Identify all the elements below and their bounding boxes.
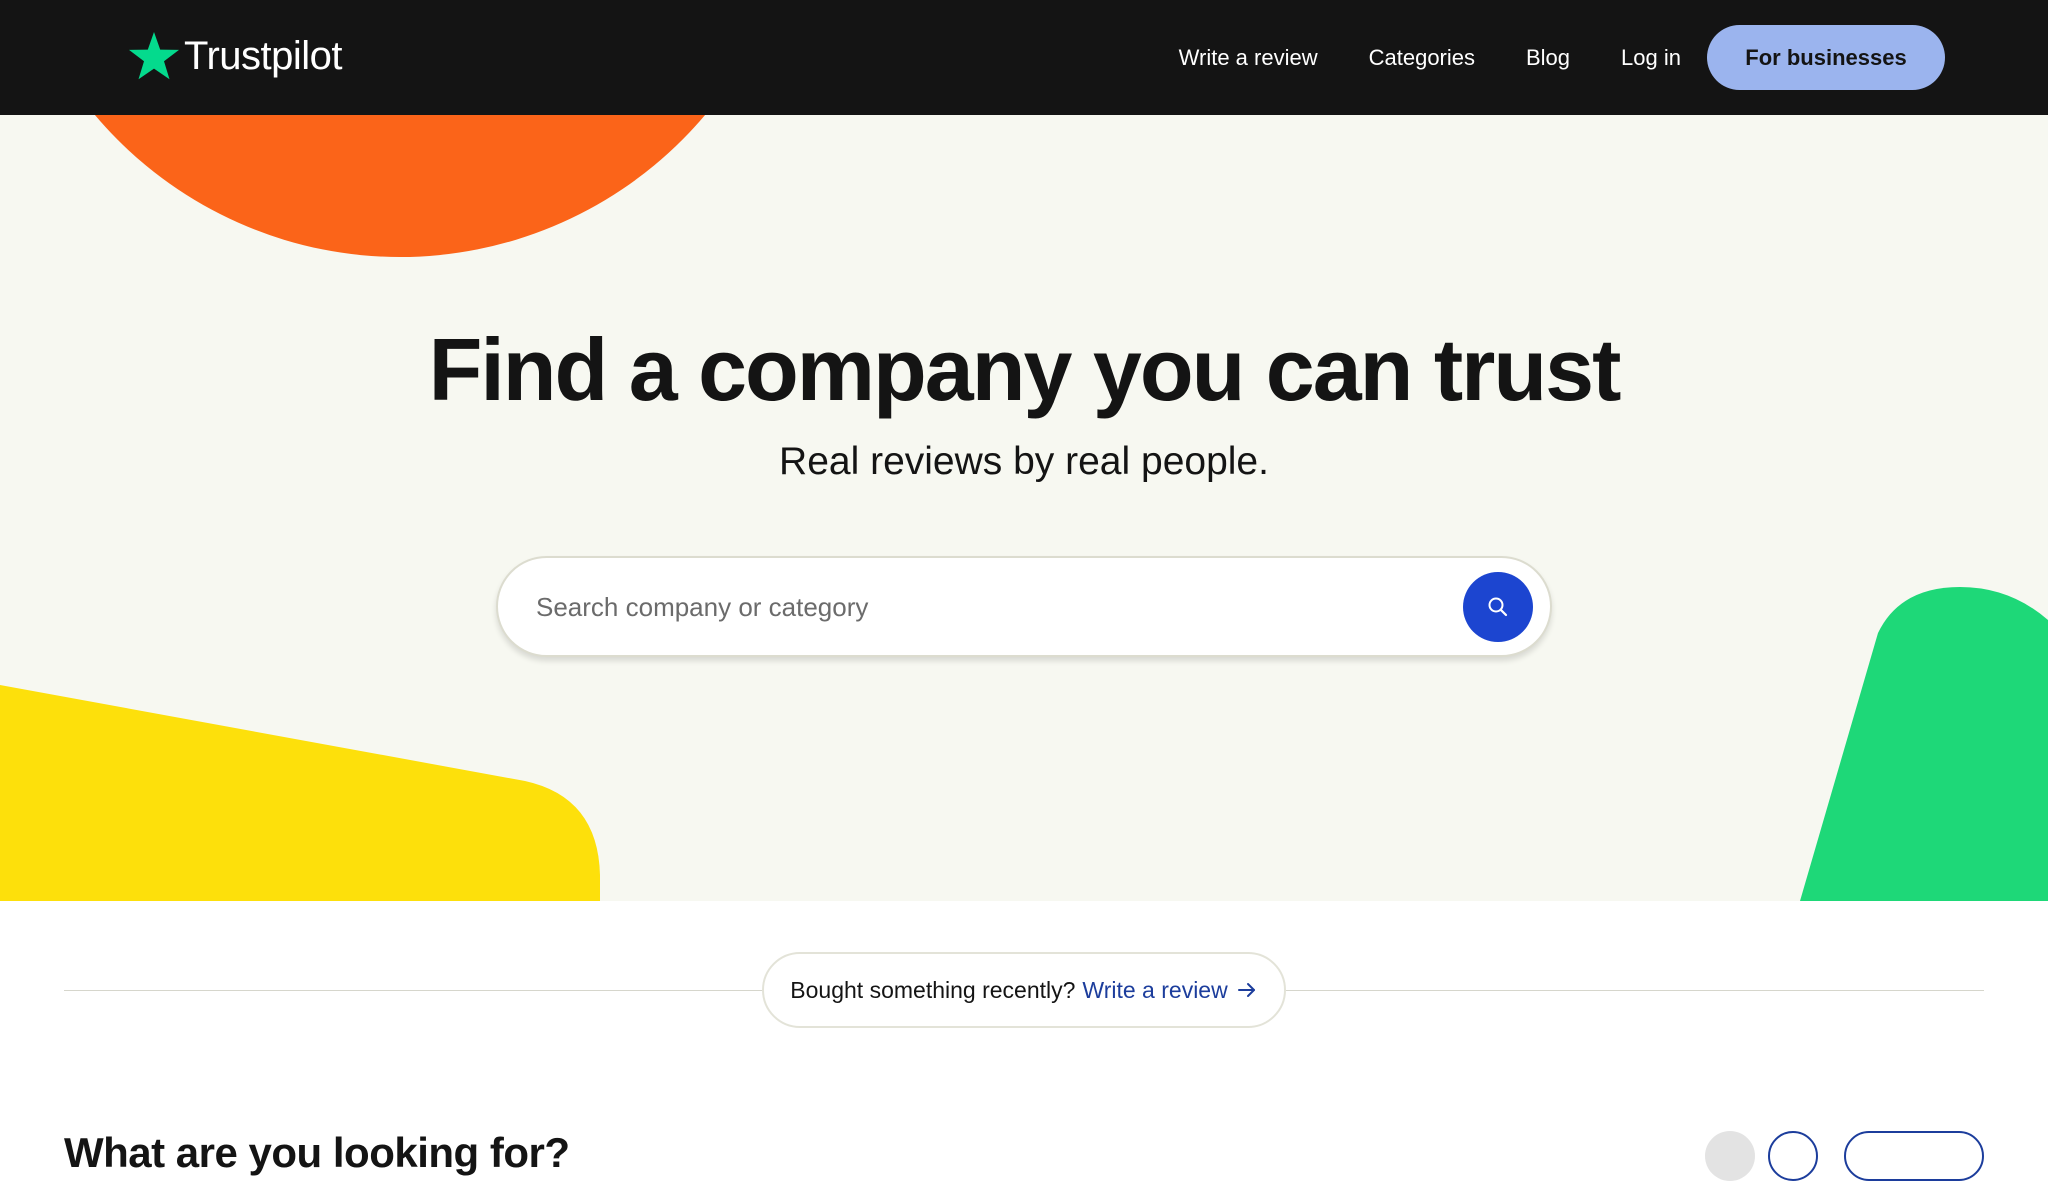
hero-subtitle: Real reviews by real people. xyxy=(779,440,1269,483)
green-shape xyxy=(1800,587,2048,901)
search-icon xyxy=(1488,597,1508,617)
see-more-button[interactable] xyxy=(1844,1131,1984,1181)
main-nav: Write a review Categories Blog Log in Fo… xyxy=(1179,25,1945,90)
write-review-link[interactable]: Write a review xyxy=(1082,977,1257,1004)
nav-categories[interactable]: Categories xyxy=(1369,25,1475,90)
nav-log-in[interactable]: Log in xyxy=(1621,25,1681,90)
nav-blog[interactable]: Blog xyxy=(1526,25,1570,90)
decorative-shapes xyxy=(0,115,2048,901)
review-prompt-question: Bought something recently? xyxy=(790,976,1076,1003)
logo-wordmark: Trustpilot xyxy=(184,34,343,78)
search-button[interactable] xyxy=(1463,572,1533,642)
search-bar xyxy=(496,556,1552,657)
top-navigation-bar: Trustpilot Write a review Categories Blo… xyxy=(0,0,2048,115)
write-review-link-label: Write a review xyxy=(1082,976,1228,1003)
star-logo-icon xyxy=(129,32,179,80)
hero-section: Find a company you can trust Real review… xyxy=(0,115,2048,901)
write-review-prompt: Bought something recently? Write a revie… xyxy=(762,952,1286,1028)
hero-title: Find a company you can trust xyxy=(428,320,1622,419)
nav-write-a-review[interactable]: Write a review xyxy=(1179,25,1318,90)
trustpilot-logo[interactable]: Trustpilot xyxy=(128,26,343,86)
carousel-next-button[interactable] xyxy=(1768,1131,1818,1181)
arrow-right-icon xyxy=(1237,983,1255,997)
orange-shape xyxy=(95,115,705,257)
yellow-shape xyxy=(0,685,600,901)
for-businesses-button[interactable]: For businesses xyxy=(1707,25,1945,90)
search-input[interactable] xyxy=(534,580,1414,634)
categories-section-title: What are you looking for? xyxy=(64,1129,570,1176)
carousel-prev-button[interactable] xyxy=(1705,1131,1755,1181)
